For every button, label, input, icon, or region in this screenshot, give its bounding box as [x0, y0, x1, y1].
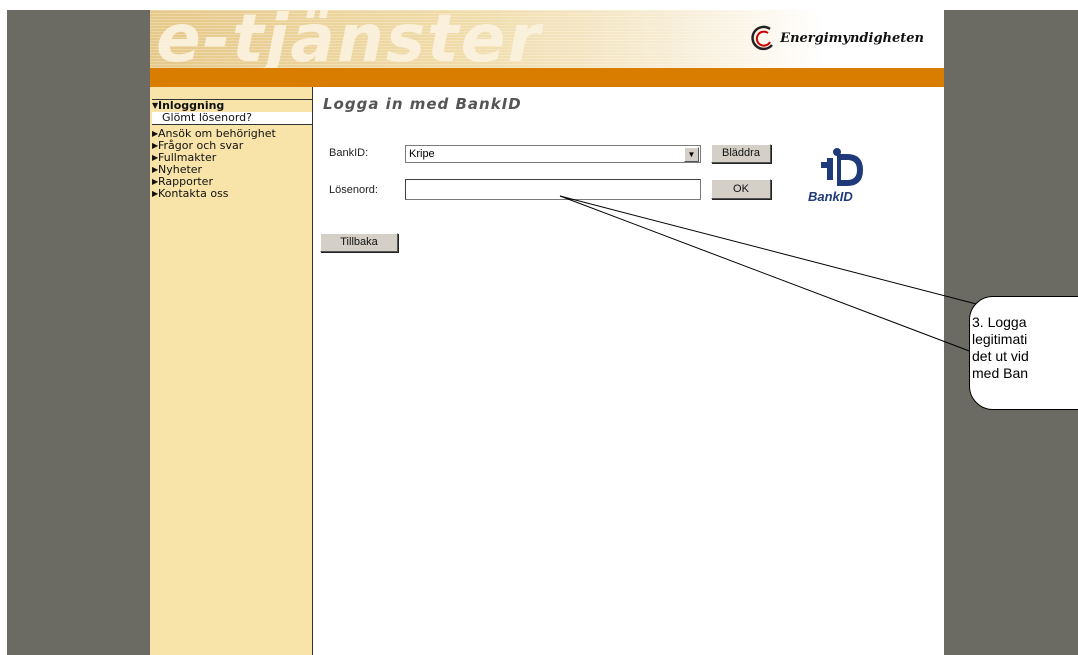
header-banner: e-tjänster Energimyndigheten — [150, 10, 944, 68]
orange-bar — [150, 68, 944, 87]
energimyndigheten-logo[interactable]: Energimyndigheten — [748, 24, 924, 52]
sidebar-item-kontakta[interactable]: ▶Kontakta oss — [152, 188, 312, 200]
callout-line: det ut vid — [972, 348, 1029, 364]
bankid-label: BankID: — [329, 147, 369, 159]
page-title: Logga in med BankID — [323, 95, 522, 113]
left-margin — [7, 10, 150, 655]
back-button[interactable]: Tillbaka — [320, 233, 398, 252]
password-input[interactable] — [405, 179, 701, 200]
bankid-select[interactable]: Kripe ▼ — [405, 145, 701, 163]
password-label: Lösenord: — [329, 184, 378, 196]
ok-button[interactable]: OK — [711, 179, 771, 199]
sidebar-item-label: Kontakta oss — [158, 187, 229, 200]
bankid-select-value: Kripe — [409, 148, 435, 160]
callout-line: legitimati — [972, 331, 1028, 347]
dropdown-arrow-icon[interactable]: ▼ — [684, 147, 699, 162]
sidebar-nav: ▼Inloggning Glömt lösenord? ▶Ansök om be… — [150, 87, 313, 655]
brand-title: e-tjänster — [156, 10, 542, 68]
logo-text: Energimyndigheten — [780, 30, 924, 46]
logo-icon — [751, 25, 774, 51]
sidebar-item-label: Glömt lösenord? — [162, 111, 252, 124]
bankid-logo-text: BankID — [808, 189, 853, 204]
sidebar-item-glomt-losenord[interactable]: Glömt lösenord? — [152, 112, 312, 125]
main-content: Logga in med BankID BankID: Kripe ▼ Bläd… — [313, 87, 944, 655]
browse-button[interactable]: Bläddra — [711, 144, 771, 163]
callout-line: 3. Logga — [972, 314, 1027, 330]
callout-line: med Ban — [972, 365, 1029, 381]
callout-text: 3. Logga legitimati det ut vid med Ban — [972, 314, 1078, 382]
